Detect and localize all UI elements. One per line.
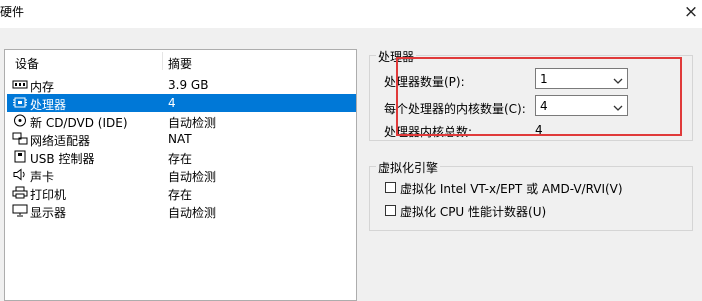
close-button[interactable]: × — [680, 0, 702, 26]
device-row-cd-dvd[interactable]: 新 CD/DVD (IDE) 自动检测 — [7, 112, 356, 130]
column-header-device[interactable]: 设备 — [15, 55, 39, 72]
device-name: 处理器 — [30, 98, 67, 112]
cpu-perf-counters-checkbox-row[interactable]: 虚拟化 CPU 性能计数器(U) — [385, 203, 685, 219]
usb-icon — [12, 150, 28, 163]
device-summary: NAT — [168, 132, 192, 146]
device-row-display[interactable]: 显示器 自动检测 — [7, 202, 356, 220]
memory-icon — [12, 78, 28, 91]
virtualization-engine-title: 虚拟化引擎 — [376, 159, 441, 176]
close-icon: × — [683, 2, 699, 22]
cpu-perf-counters-checkbox[interactable] — [385, 205, 396, 216]
device-summary: 自动检测 — [168, 170, 217, 184]
vtx-checkbox-label[interactable]: 虚拟化 Intel VT-x/EPT 或 AMD-V/RVI(V) — [400, 180, 623, 197]
device-row-sound-card[interactable]: 声卡 自动检测 — [7, 166, 356, 184]
column-header-summary[interactable]: 摘要 — [168, 55, 192, 72]
cd-dvd-icon — [12, 114, 28, 127]
device-summary: 4 — [168, 96, 176, 110]
device-name: 内存 — [30, 80, 55, 94]
printer-icon — [12, 186, 28, 199]
processor-icon — [12, 96, 28, 109]
cpu-perf-counters-checkbox-label[interactable]: 虚拟化 CPU 性能计数器(U) — [400, 203, 546, 220]
device-row-memory[interactable]: 内存 3.9 GB — [7, 76, 356, 94]
title-bar: 硬件 × — [0, 0, 702, 28]
device-row-printer[interactable]: 打印机 存在 — [7, 184, 356, 202]
device-name: 显示器 — [30, 206, 67, 220]
device-name: 网络适配器 — [30, 134, 91, 148]
device-list-header: 设备 摘要 — [5, 50, 356, 72]
virtualization-engine-group: 虚拟化引擎 — [369, 159, 693, 231]
column-separator — [162, 52, 163, 70]
device-summary: 3.9 GB — [168, 78, 209, 92]
device-row-network-adapter[interactable]: 网络适配器 NAT — [7, 130, 356, 148]
device-summary: 存在 — [168, 152, 193, 166]
speaker-icon — [12, 168, 28, 181]
device-summary: 自动检测 — [168, 116, 217, 130]
device-summary: 自动检测 — [168, 206, 217, 220]
device-list[interactable]: 设备 摘要 内存 3.9 GB 处理器 4 新 CD/DVD (IDE) 自动检… — [4, 49, 357, 301]
monitor-icon — [12, 204, 28, 217]
vtx-checkbox[interactable] — [385, 182, 396, 193]
device-name: 新 CD/DVD (IDE) — [30, 116, 128, 130]
device-name: 声卡 — [30, 170, 55, 184]
network-adapter-icon — [12, 132, 28, 145]
red-annotation-box — [396, 57, 682, 136]
device-name: 打印机 — [30, 188, 67, 202]
device-name: USB 控制器 — [30, 152, 95, 166]
vtx-checkbox-row[interactable]: 虚拟化 Intel VT-x/EPT 或 AMD-V/RVI(V) — [385, 180, 685, 196]
device-row-processor[interactable]: 处理器 4 — [7, 94, 356, 112]
window-title: 硬件 — [0, 5, 25, 19]
device-summary: 存在 — [168, 188, 193, 202]
device-row-usb-controller[interactable]: USB 控制器 存在 — [7, 148, 356, 166]
